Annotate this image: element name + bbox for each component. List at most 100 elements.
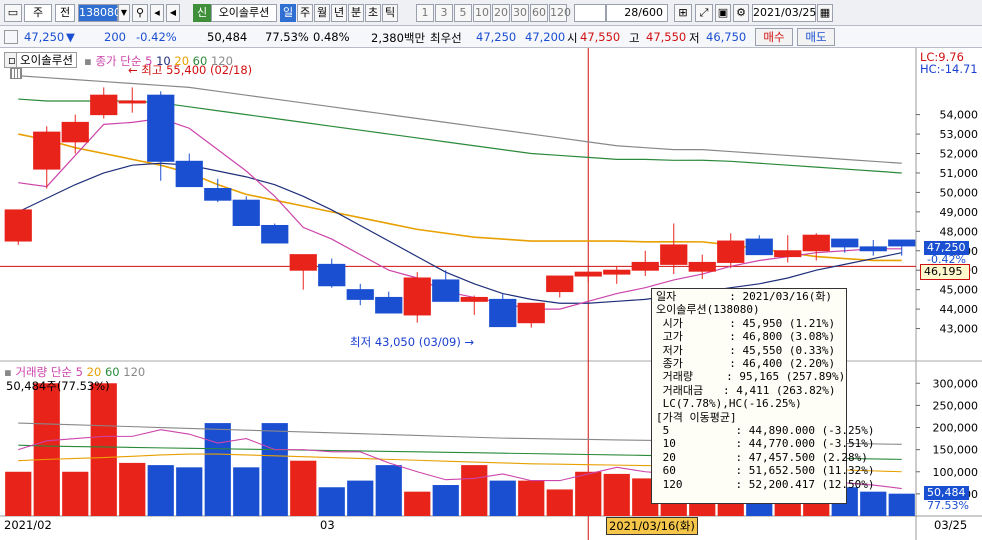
sell-button[interactable]: 매도 — [797, 28, 835, 46]
cursor-date-label: 2021/03/16(화) — [606, 517, 698, 535]
volume-bar — [204, 423, 231, 516]
tooltip-line: 오이솔루션(138080) — [656, 303, 760, 317]
volume-tick-label: 250,000 — [933, 399, 979, 412]
data-tooltip: 일자 : 2021/03/16(화) 오이솔루션(138080) 시가 : 45,… — [651, 288, 875, 504]
low-annotation: 최저 43,050 (03/09) → — [350, 335, 475, 349]
market-type-select[interactable]: 주 — [24, 4, 52, 22]
x-label-start: 2021/02 — [4, 518, 52, 532]
candle-body — [460, 296, 488, 302]
candle-body — [232, 199, 260, 226]
period-4[interactable]: 분 — [348, 4, 364, 22]
open-value: 47,550 — [580, 30, 621, 44]
volume-legend-20: 20 — [86, 365, 102, 379]
candle-body — [261, 224, 289, 244]
stock-tab[interactable]: 오이솔루션 — [16, 52, 77, 68]
turnover-value: 77.53% — [265, 30, 309, 44]
interval-30[interactable]: 30 — [511, 4, 529, 22]
hc-value: HC:-14.71 — [920, 62, 978, 76]
high-value: 47,550 — [646, 30, 687, 44]
tooltip-line: [가격 이동평균] — [656, 410, 737, 424]
interval-10[interactable]: 10 — [473, 4, 491, 22]
volume-bar — [375, 465, 402, 516]
price-tick-label: 54,000 — [940, 109, 979, 122]
volume-value: 50,484 — [207, 30, 248, 44]
tooltip-line: 60 : 51,652.500 (11.32%) — [656, 464, 875, 478]
prev-icon[interactable]: ◂ — [150, 4, 164, 22]
period-6[interactable]: 틱 — [382, 4, 398, 22]
interval-3[interactable]: 3 — [435, 4, 453, 22]
volume-bar — [546, 489, 573, 516]
tooltip-line: 고가 : 46,800 (3.08%) — [656, 330, 836, 344]
calendar-icon[interactable]: ▦ — [817, 4, 833, 22]
gear-icon[interactable]: ⚙ — [733, 4, 749, 22]
tooltip-line: 10 : 44,770.000 (-3.51%) — [656, 437, 875, 451]
interval-120[interactable]: 120 — [549, 4, 571, 22]
volume-bar — [90, 383, 117, 516]
tooltip-line: 시가 : 45,950 (1.21%) — [656, 316, 836, 330]
tooltip-line: 거래대금 : 4,411 (263.82%) — [656, 383, 836, 397]
period-buttons: 일주월년분초틱 — [280, 4, 400, 22]
best-ask: 47,250 — [476, 30, 517, 44]
interval-5[interactable]: 5 — [454, 4, 472, 22]
x-label-march: 03 — [320, 518, 335, 532]
candle-body — [375, 296, 403, 314]
period-3[interactable]: 년 — [331, 4, 347, 22]
trade-amount: 2,380백만 — [371, 31, 426, 45]
interval-60[interactable]: 60 — [530, 4, 548, 22]
period-5[interactable]: 초 — [365, 4, 381, 22]
price-tick-label: 49,000 — [940, 206, 979, 219]
draw-tool-icon[interactable]: ⤢ — [695, 4, 713, 22]
candle-body — [546, 275, 574, 293]
price-tick-label: 50,000 — [940, 186, 979, 199]
volume-tick-label: 100,000 — [933, 466, 979, 479]
period-1[interactable]: 주 — [297, 4, 313, 22]
candle-body — [346, 289, 374, 300]
candle-body — [90, 94, 118, 116]
candle-body — [204, 188, 232, 201]
period-0[interactable]: 일 — [280, 4, 296, 22]
x-label-end: 03/25 — [934, 518, 968, 532]
volume-bar — [432, 485, 459, 516]
candle-body — [318, 263, 346, 287]
tooltip-line: 종가 : 46,400 (2.20%) — [656, 357, 836, 371]
high-note-text: 최고 55,400 (02/18) — [141, 63, 253, 77]
open-label: 시 — [567, 31, 578, 45]
search-icon[interactable]: ⚲ — [132, 4, 148, 22]
buy-button[interactable]: 매수 — [755, 28, 793, 46]
save-icon[interactable]: ▣ — [715, 4, 731, 22]
volume-last-pct: 77.53% — [927, 499, 969, 512]
window-menu-icon[interactable]: ▭ — [4, 4, 22, 22]
candle-body — [888, 239, 916, 247]
candle-body — [660, 244, 688, 265]
stock-name-field[interactable]: 오이솔루션 — [211, 4, 277, 22]
code-input[interactable]: 138080 — [78, 4, 121, 22]
quote-menu-icon[interactable] — [4, 30, 18, 44]
price-tick-label: 43,000 — [940, 323, 979, 336]
custom-interval-input[interactable] — [574, 4, 606, 22]
candle-body — [489, 298, 517, 328]
volume-bar — [461, 465, 488, 516]
price-tick-label: 45,000 — [940, 284, 979, 297]
date-field[interactable]: 2021/03/25 — [752, 4, 816, 22]
best-label: 최우선 — [430, 31, 462, 45]
interval-1[interactable]: 1 — [416, 4, 434, 22]
speaker-icon[interactable]: ◀ — [166, 4, 180, 22]
volume-bar — [575, 471, 602, 516]
quote-bar: 47,250 ▼ 200 -0.42% 50,484 77.53% 0.48% … — [0, 26, 982, 48]
crosshair-icon[interactable]: ⊞ — [674, 4, 692, 22]
volume-bar — [119, 462, 146, 516]
period-2[interactable]: 월 — [314, 4, 330, 22]
candle-body — [517, 302, 545, 324]
volume-bar — [404, 491, 431, 516]
high-label: 고 — [629, 31, 640, 45]
volume-legend-5: 5 — [75, 365, 83, 379]
market-scope-select[interactable]: 전 — [55, 4, 75, 22]
interval-20[interactable]: 20 — [492, 4, 510, 22]
price-tick-label: 53,000 — [940, 128, 979, 141]
price-tick-label: 48,000 — [940, 225, 979, 238]
candle-body — [745, 238, 773, 256]
page-indicator: 28/600 — [606, 4, 668, 22]
code-dropdown-icon[interactable]: ▼ — [118, 4, 130, 22]
candle-body — [289, 254, 317, 271]
grid-toggle-icon[interactable] — [10, 68, 22, 79]
